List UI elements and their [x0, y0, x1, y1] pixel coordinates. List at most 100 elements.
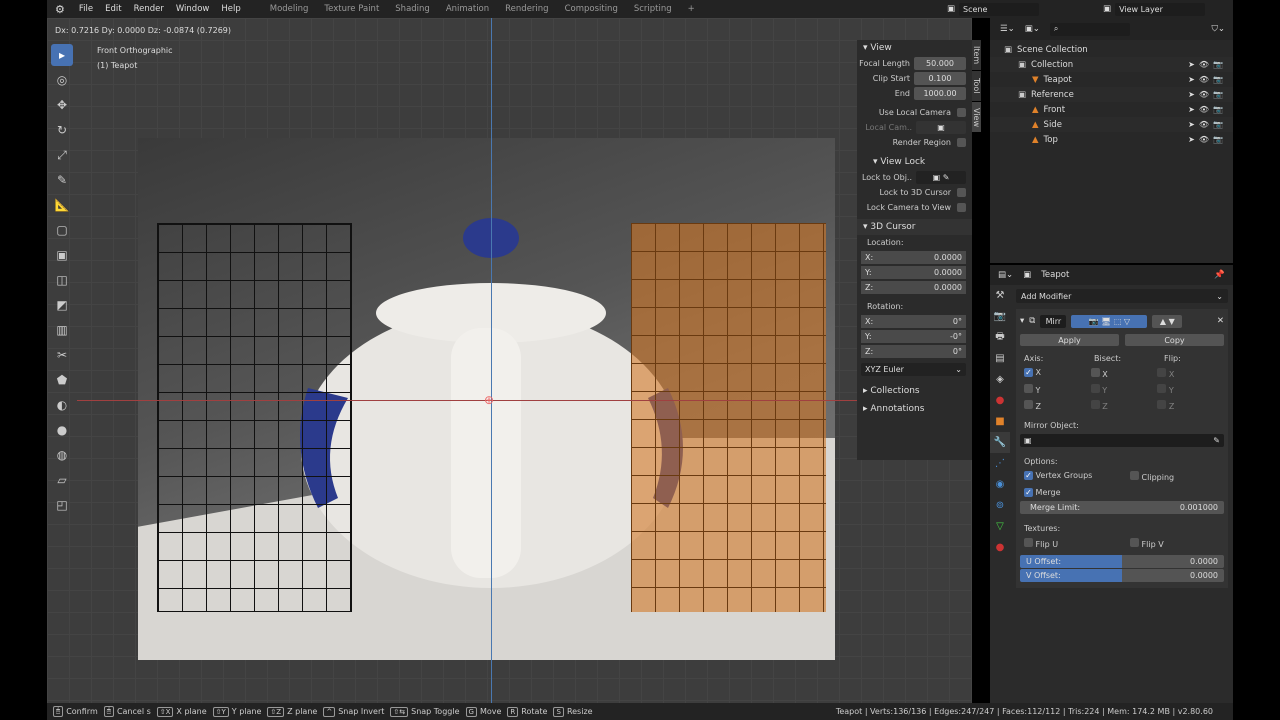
- tab-workspace-0[interactable]: Modeling: [263, 4, 316, 14]
- tab-workspace-6[interactable]: Scripting: [627, 4, 679, 14]
- tab-view[interactable]: View: [972, 102, 981, 132]
- use-local-camera-checkbox[interactable]: [957, 108, 966, 117]
- scene-icon[interactable]: ▣: [947, 4, 955, 14]
- menu-render[interactable]: Render: [128, 4, 170, 14]
- cursor-rot-z-field[interactable]: Z: 0°: [861, 345, 966, 358]
- lock-camera-checkbox[interactable]: [957, 203, 966, 212]
- properties-tab-tool-icon[interactable]: ⚒: [990, 285, 1010, 306]
- properties-tab-material-icon[interactable]: ●: [990, 537, 1010, 558]
- visibility-icons[interactable]: ➤👁📷: [1188, 120, 1227, 129]
- modifier-visibility-toggles[interactable]: 📷 🖥 ⬚ ▽: [1071, 314, 1148, 328]
- apply-button[interactable]: Apply: [1020, 334, 1119, 346]
- knife-tool-icon[interactable]: ✂: [51, 344, 73, 366]
- properties-tab-object-icon[interactable]: ■: [990, 411, 1010, 432]
- tab-workspace-1[interactable]: Texture Paint: [317, 4, 386, 14]
- tab-workspace-4[interactable]: Rendering: [498, 4, 555, 14]
- cursor-loc-z-field[interactable]: Z: 0.0000: [861, 281, 966, 294]
- scene-selector[interactable]: Scene: [959, 2, 1040, 16]
- v-offset-field[interactable]: V Offset: 0.0000: [1020, 569, 1224, 582]
- visibility-icons[interactable]: ➤👁📷: [1188, 90, 1227, 99]
- cursor-rot-x-field[interactable]: X: 0°: [861, 315, 966, 328]
- filter-view-icon[interactable]: ▣⌄: [1025, 24, 1040, 34]
- properties-tab-constraints-icon[interactable]: ⊚: [990, 495, 1010, 516]
- flip-u-checkbox[interactable]: [1024, 538, 1033, 547]
- bisect-z-checkbox[interactable]: [1090, 400, 1100, 409]
- extrude-tool-icon[interactable]: ▣: [51, 244, 73, 266]
- scale-tool-icon[interactable]: ⤢: [51, 144, 73, 166]
- merge-limit-field[interactable]: Merge Limit: 0.001000: [1020, 501, 1224, 514]
- outliner-search-input[interactable]: ⌕: [1049, 22, 1130, 36]
- clip-start-field[interactable]: 0.100: [914, 72, 966, 85]
- move-tool-icon[interactable]: ✥: [51, 94, 73, 116]
- copy-button[interactable]: Copy: [1125, 334, 1224, 346]
- panel-view-lock-header[interactable]: ▾ View Lock: [857, 154, 972, 170]
- flip-y-checkbox[interactable]: [1157, 384, 1167, 393]
- rip-tool-icon[interactable]: ◰: [51, 494, 73, 516]
- tab-item[interactable]: Item: [972, 40, 981, 70]
- menu-help[interactable]: Help: [215, 4, 246, 14]
- focal-length-field[interactable]: 50.000: [914, 57, 966, 70]
- properties-tab-modifier-icon[interactable]: 🔧: [990, 432, 1010, 453]
- view-layer-selector[interactable]: View Layer: [1115, 2, 1206, 16]
- axis-z-checkbox[interactable]: [1024, 400, 1033, 409]
- menu-edit[interactable]: Edit: [99, 4, 127, 14]
- properties-tab-physics-icon[interactable]: ◉: [990, 474, 1010, 495]
- tab-workspace-7[interactable]: +: [681, 4, 702, 14]
- eyedropper-icon[interactable]: ✎: [1213, 436, 1220, 445]
- spin-tool-icon[interactable]: ◐: [51, 394, 73, 416]
- flip-z-checkbox[interactable]: [1157, 400, 1167, 409]
- panel-annotations-header[interactable]: ▸ Annotations: [857, 401, 972, 417]
- outliner-item-side[interactable]: ▲ Side ➤👁📷: [990, 117, 1233, 132]
- properties-tab-render-icon[interactable]: 📷: [990, 306, 1010, 327]
- outliner-item-top[interactable]: ▲ Top ➤👁📷: [990, 132, 1233, 147]
- loop-cut-tool-icon[interactable]: ▥: [51, 319, 73, 341]
- add-modifier-dropdown[interactable]: Add Modifier ⌄: [1016, 289, 1228, 303]
- lock-object-field[interactable]: ▣ ✎: [916, 171, 966, 184]
- outliner-item-front[interactable]: ▲ Front ➤👁📷: [990, 102, 1233, 117]
- render-region-checkbox[interactable]: [957, 138, 966, 147]
- merge-checkbox[interactable]: ✓: [1024, 488, 1033, 497]
- panel-view-header[interactable]: ▾ View: [857, 40, 972, 56]
- move-modifier-buttons[interactable]: ▲ ▼: [1152, 314, 1183, 328]
- properties-tab-scene-icon[interactable]: ◈: [990, 369, 1010, 390]
- editor-type-icon[interactable]: ▤⌄: [998, 270, 1013, 280]
- outliner-item-collection[interactable]: ▣ Collection ➤👁📷: [990, 57, 1233, 72]
- outliner-item-reference[interactable]: ▣ Reference ➤👁📷: [990, 87, 1233, 102]
- visibility-icons[interactable]: ➤👁📷: [1188, 75, 1227, 84]
- display-mode-icon[interactable]: ☰⌄: [1000, 24, 1015, 34]
- visibility-icons[interactable]: ➤👁📷: [1188, 135, 1227, 144]
- tab-workspace-5[interactable]: Compositing: [558, 4, 625, 14]
- smooth-tool-icon[interactable]: ●: [51, 419, 73, 441]
- shrink-fatten-tool-icon[interactable]: ◍: [51, 444, 73, 466]
- tab-tool[interactable]: Tool: [972, 71, 981, 101]
- panel-collections-header[interactable]: ▸ Collections: [857, 383, 972, 399]
- clipping-checkbox[interactable]: [1130, 471, 1139, 480]
- poly-build-tool-icon[interactable]: ⬟: [51, 369, 73, 391]
- cursor-loc-y-field[interactable]: Y: 0.0000: [861, 266, 966, 279]
- clip-end-field[interactable]: 1000.00: [914, 87, 966, 100]
- annotate-tool-icon[interactable]: ✎: [51, 169, 73, 191]
- outliner-item-scene-collection[interactable]: ▣ Scene Collection: [990, 42, 1233, 57]
- rotate-tool-icon[interactable]: ↻: [51, 119, 73, 141]
- cursor-loc-x-field[interactable]: X: 0.0000: [861, 251, 966, 264]
- u-offset-field[interactable]: U Offset: 0.0000: [1020, 555, 1224, 568]
- flip-v-checkbox[interactable]: [1130, 538, 1139, 547]
- local-camera-field[interactable]: ▣: [916, 121, 966, 134]
- pin-icon[interactable]: 📌: [1214, 270, 1225, 280]
- mesh-wireframe[interactable]: [157, 223, 352, 612]
- properties-tab-data-icon[interactable]: ▽: [990, 516, 1010, 537]
- rotation-mode-dropdown[interactable]: XYZ Euler ⌄: [861, 363, 966, 376]
- properties-tab-view-layer-icon[interactable]: ▤: [990, 348, 1010, 369]
- filter-icon[interactable]: ⛉⌄: [1212, 24, 1226, 34]
- properties-tab-world-icon[interactable]: ●: [990, 390, 1010, 411]
- view-layer-icon[interactable]: ▣: [1103, 4, 1111, 14]
- bisect-y-checkbox[interactable]: [1090, 384, 1100, 393]
- modifier-name-field[interactable]: Mirr: [1040, 314, 1067, 328]
- visibility-icons[interactable]: ➤👁📷: [1188, 105, 1227, 114]
- outliner-item-teapot[interactable]: ▼ Teapot ➤👁📷: [990, 72, 1233, 87]
- 3d-viewport[interactable]: Dx: 0.7216 Dy: 0.0000 Dz: -0.0874 (0.726…: [47, 18, 972, 703]
- add-cube-tool-icon[interactable]: ▢: [51, 219, 73, 241]
- tab-workspace-3[interactable]: Animation: [439, 4, 496, 14]
- cursor-rot-y-field[interactable]: Y: -0°: [861, 330, 966, 343]
- cursor-tool-icon[interactable]: ◎: [51, 69, 73, 91]
